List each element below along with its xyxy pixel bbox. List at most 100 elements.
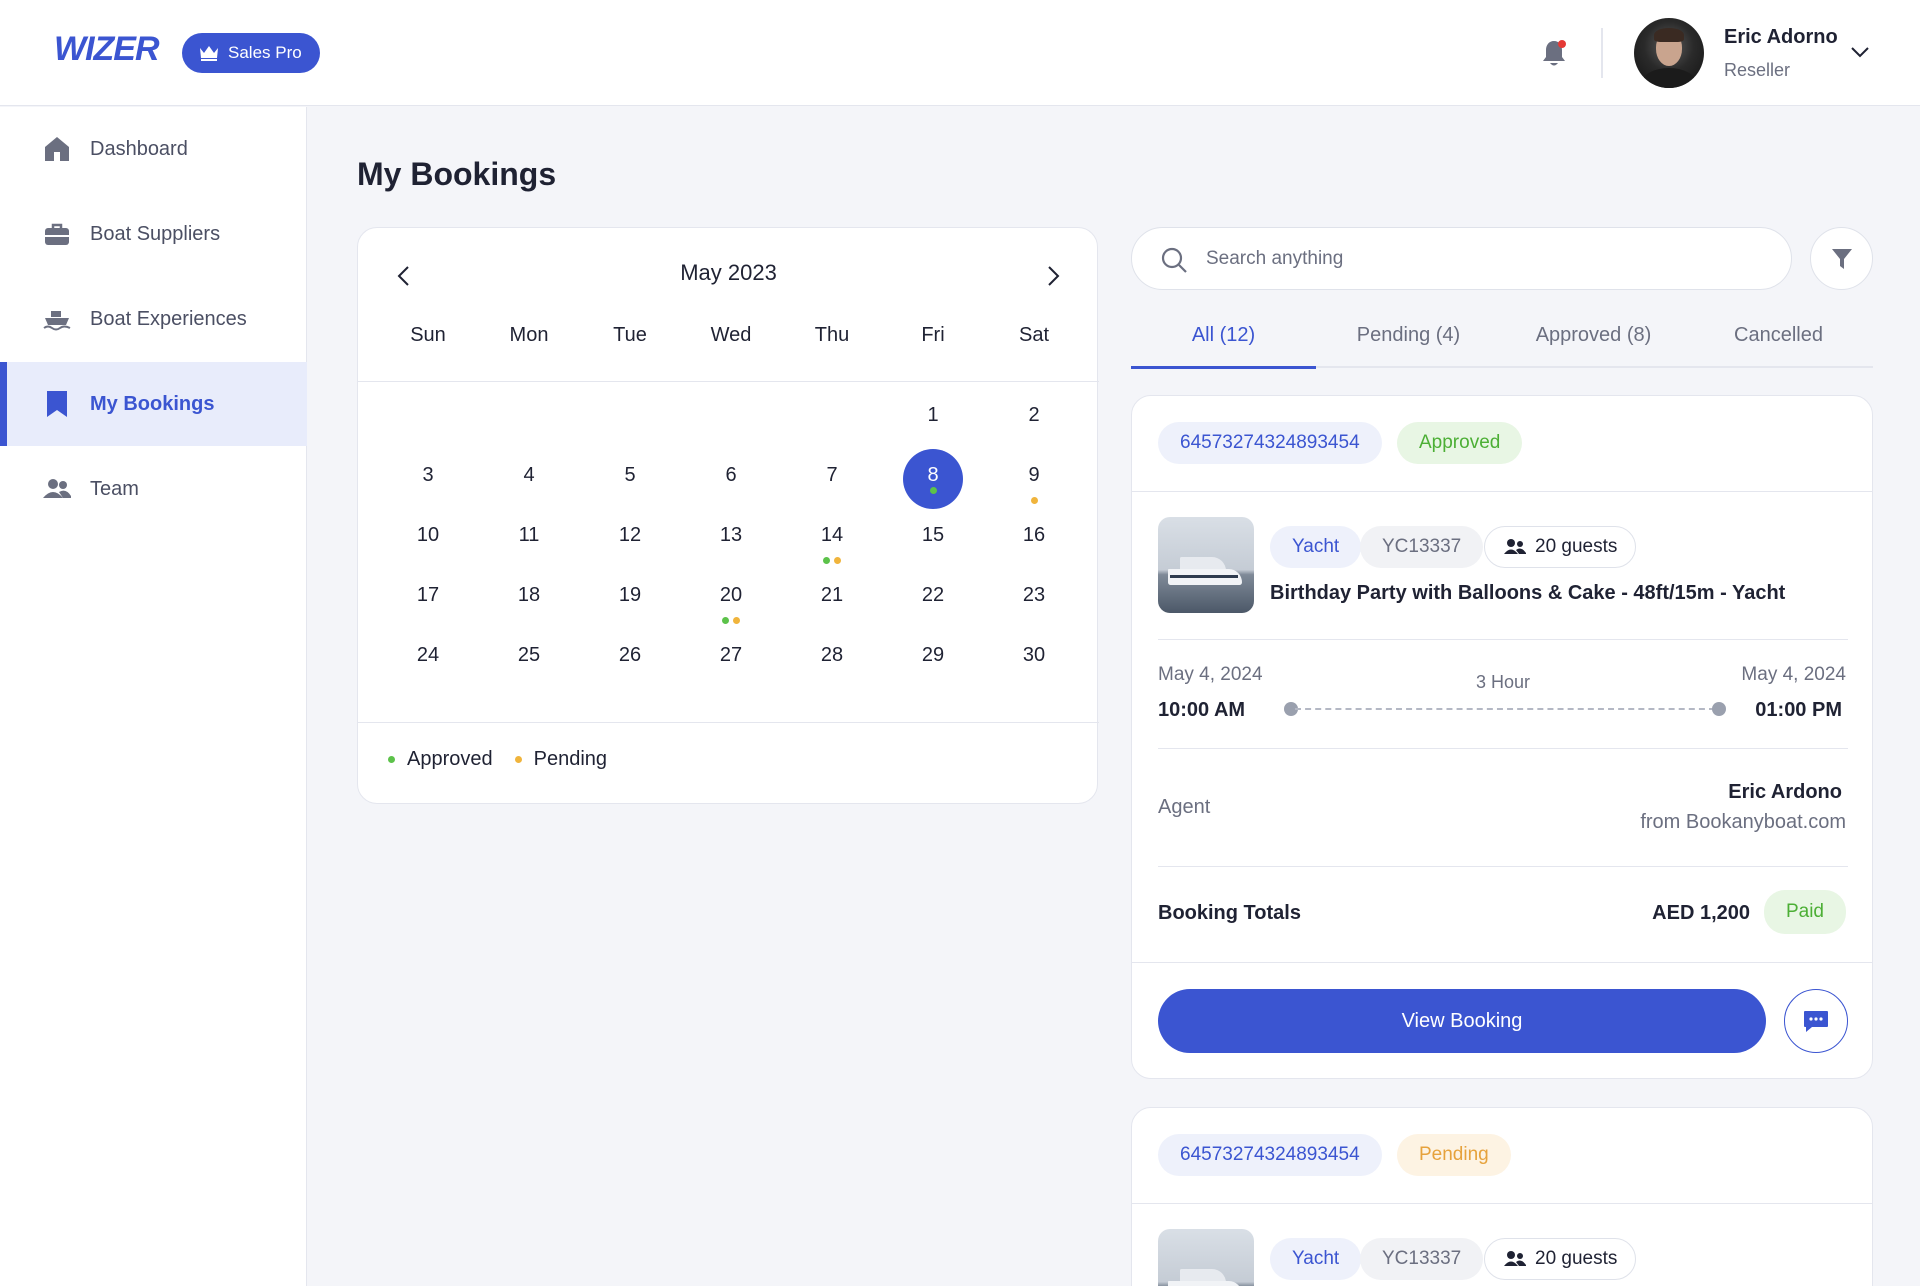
pending-dot (733, 617, 740, 624)
calendar-day[interactable]: 17 (398, 572, 458, 632)
approved-dot (823, 557, 830, 564)
calendar-day-number: 6 (725, 464, 737, 486)
calendar-day[interactable]: 8 (903, 449, 963, 509)
calendar-day[interactable]: 4 (499, 452, 559, 512)
chat-button[interactable] (1784, 989, 1848, 1053)
calendar-legend: Approved Pending (388, 748, 607, 771)
calendar-day[interactable]: 16 (1004, 512, 1064, 572)
calendar-day[interactable]: 7 (802, 452, 862, 512)
home-icon (42, 134, 72, 164)
calendar-day[interactable]: 26 (600, 632, 660, 692)
calendar-day[interactable]: 29 (903, 632, 963, 692)
calendar-day[interactable]: 13 (701, 512, 761, 572)
search-bar[interactable] (1131, 227, 1792, 290)
user-role: Reseller (1724, 60, 1791, 80)
filter-button[interactable] (1810, 227, 1873, 290)
bookmark-icon (42, 389, 72, 419)
calendar-day-number: 15 (921, 524, 945, 546)
calendar-day[interactable]: 18 (499, 572, 559, 632)
boat-code-tag: YC13337 (1360, 1238, 1484, 1280)
weekday-label: Sat (1018, 324, 1050, 346)
calendar-day[interactable]: 12 (600, 512, 660, 572)
agent-source: from Bookanyboat.com (1640, 811, 1846, 833)
guests-tag: 20 guests (1484, 1238, 1637, 1280)
calendar-day[interactable]: 21 (802, 572, 862, 632)
sidebar-item-dashboard[interactable]: Dashboard (0, 107, 307, 191)
timeline-end-dot (1712, 702, 1726, 716)
sidebar-item-label: Dashboard (90, 137, 188, 160)
avatar[interactable] (1634, 18, 1704, 88)
boat-type-tag: Yacht (1270, 1238, 1362, 1280)
calendar-day[interactable]: 23 (1004, 572, 1064, 632)
tab-approved[interactable]: Approved (8) (1501, 318, 1686, 368)
search-input[interactable] (1206, 242, 1766, 276)
calendar-day[interactable]: 14 (802, 512, 862, 572)
tab-cancelled[interactable]: Cancelled (1686, 318, 1871, 368)
sidebar-item-label: Boat Suppliers (90, 222, 221, 245)
boat-code-tag: YC13337 (1360, 526, 1484, 568)
payment-status-badge: Paid (1763, 890, 1846, 934)
calendar-day[interactable]: 24 (398, 632, 458, 692)
start-time: 10:00 AM (1158, 699, 1246, 721)
calendar-divider (358, 381, 1099, 382)
sidebar-item-label: Team (90, 477, 139, 500)
crown-icon (200, 46, 218, 61)
sidebar-item-label: Boat Experiences (90, 307, 247, 330)
calendar-day[interactable]: 19 (600, 572, 660, 632)
boat-type-tag: Yacht (1270, 526, 1362, 568)
notification-bell-icon[interactable] (1540, 38, 1568, 68)
approved-dot (722, 617, 729, 624)
sidebar-item-my-bookings[interactable]: My Bookings (0, 362, 307, 446)
weekday-label: Tue (613, 324, 647, 346)
calendar-day[interactable]: 30 (1004, 632, 1064, 692)
view-booking-button[interactable]: View Booking (1158, 989, 1766, 1053)
wizer-logo[interactable]: WIZER (54, 30, 160, 69)
calendar-day[interactable]: 25 (499, 632, 559, 692)
status-badge: Pending (1397, 1134, 1511, 1176)
status-badge: Approved (1397, 422, 1523, 464)
team-icon (42, 474, 72, 504)
calendar-day[interactable]: 10 (398, 512, 458, 572)
calendar-day[interactable]: 11 (499, 512, 559, 572)
calendar-day-number: 3 (422, 464, 434, 486)
search-icon (1161, 247, 1187, 273)
calendar-day-number: 14 (820, 524, 844, 546)
calendar-day[interactable]: 9 (1004, 452, 1064, 512)
calendar-day[interactable]: 1 (903, 392, 963, 452)
chevron-right-icon[interactable] (1043, 264, 1063, 288)
calendar-day[interactable]: 6 (701, 452, 761, 512)
sidebar-item-boat-suppliers[interactable]: Boat Suppliers (0, 192, 307, 276)
calendar-day-number: 7 (826, 464, 838, 486)
calendar-day[interactable]: 2 (1004, 392, 1064, 452)
booking-id-badge: 64573274324893454 (1158, 1134, 1382, 1176)
calendar-day[interactable]: 28 (802, 632, 862, 692)
tab-pending[interactable]: Pending (4) (1316, 318, 1501, 368)
calendar-day-number: 29 (921, 644, 945, 666)
calendar-day[interactable]: 20 (701, 572, 761, 632)
calendar-day-number: 12 (618, 524, 642, 546)
sidebar-item-team[interactable]: Team (0, 447, 307, 531)
tab-all[interactable]: All (12) (1131, 318, 1316, 369)
booking-tabs: All (12) Pending (4) Approved (8) Cancel… (1131, 318, 1873, 369)
weekday-label: Fri (921, 324, 945, 346)
pending-dot (834, 557, 841, 564)
calendar-day-number: 13 (719, 524, 743, 546)
user-name[interactable]: Eric Adorno (1724, 26, 1838, 49)
booking-calendar: May 2023 Sun Mon Tue Wed Thu Fri Sat 123… (357, 227, 1099, 804)
weekday-label: Thu (814, 324, 850, 346)
card-divider (1158, 866, 1848, 867)
calendar-day-number: 4 (523, 464, 535, 486)
chevron-down-icon[interactable] (1850, 45, 1870, 59)
sidebar: Dashboard Boat Suppliers Boat Experience… (0, 107, 307, 1286)
pending-dot (1030, 497, 1038, 504)
boat-thumbnail (1158, 1229, 1254, 1286)
calendar-day-number: 18 (517, 584, 541, 606)
calendar-day[interactable]: 22 (903, 572, 963, 632)
sidebar-item-boat-experiences[interactable]: Boat Experiences (0, 277, 307, 361)
filter-icon (1831, 248, 1852, 269)
weekday-label: Mon (509, 324, 549, 346)
calendar-day[interactable]: 5 (600, 452, 660, 512)
calendar-day[interactable]: 15 (903, 512, 963, 572)
calendar-day[interactable]: 27 (701, 632, 761, 692)
calendar-day[interactable]: 3 (398, 452, 458, 512)
